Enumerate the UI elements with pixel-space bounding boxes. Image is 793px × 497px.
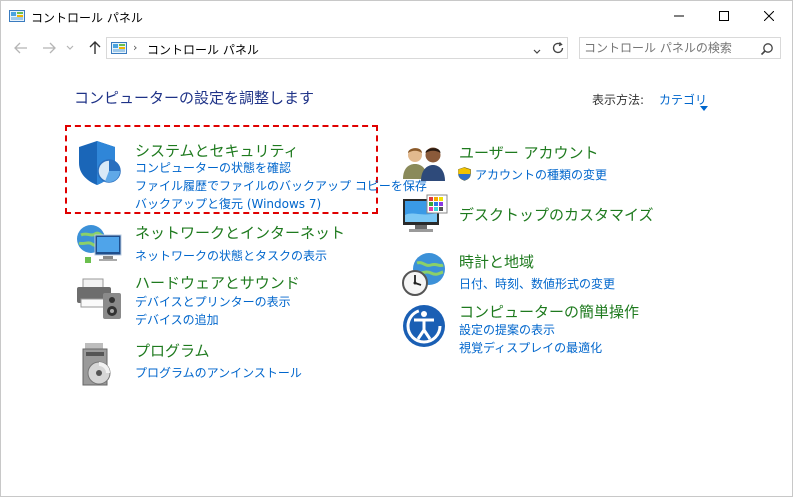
- link-network-status[interactable]: ネットワークの状態とタスクの表示: [135, 247, 327, 264]
- category-desktop-customize-title[interactable]: デスクトップのカスタマイズ: [459, 204, 654, 225]
- maximize-icon: [719, 11, 729, 21]
- link-optimize-visual-display[interactable]: 視覚ディスプレイの最適化: [459, 339, 602, 356]
- minimize-button[interactable]: [656, 1, 702, 31]
- link-change-account-type[interactable]: アカウントの種類の変更: [475, 166, 607, 183]
- close-button[interactable]: [746, 1, 792, 31]
- window-title: コントロール パネル: [31, 11, 143, 25]
- link-backup-restore[interactable]: バックアップと復元 (Windows 7): [135, 195, 321, 212]
- category-user-accounts-title[interactable]: ユーザー アカウント: [459, 142, 598, 163]
- network-globe-icon[interactable]: [75, 219, 123, 267]
- link-uninstall-program[interactable]: プログラムのアンインストール: [135, 364, 302, 381]
- back-button[interactable]: [13, 41, 29, 55]
- chevron-down-icon: [66, 45, 74, 50]
- control-panel-icon: [111, 41, 127, 55]
- category-ease-of-access-title[interactable]: コンピューターの簡単操作: [459, 301, 639, 322]
- programs-icon[interactable]: [75, 341, 123, 389]
- address-bar[interactable]: › コントロール パネル ›: [106, 37, 568, 59]
- link-change-date-time-format[interactable]: 日付、時刻、数値形式の変更: [459, 275, 615, 292]
- up-arrow-icon: [89, 41, 101, 54]
- forward-arrow-icon: [43, 42, 56, 54]
- control-panel-icon: [9, 9, 25, 23]
- user-accounts-icon[interactable]: [401, 141, 449, 189]
- category-clock-region-title[interactable]: 時計と地域: [459, 251, 534, 272]
- refresh-button[interactable]: [551, 40, 567, 56]
- category-programs-title[interactable]: プログラム: [135, 340, 210, 361]
- link-add-device[interactable]: デバイスの追加: [135, 311, 219, 328]
- forward-button[interactable]: [41, 41, 57, 55]
- view-by-label: 表示方法:: [592, 93, 645, 107]
- chevron-right-icon[interactable]: ›: [241, 41, 245, 54]
- chevron-down-icon: [533, 49, 541, 54]
- clock-globe-icon[interactable]: [401, 251, 449, 299]
- back-arrow-icon: [14, 42, 27, 54]
- search-input[interactable]: [584, 40, 754, 56]
- uac-shield-icon: [458, 166, 471, 185]
- ease-of-access-icon[interactable]: [401, 303, 449, 351]
- maximize-button[interactable]: [701, 1, 747, 31]
- link-settings-suggestions[interactable]: 設定の提案の表示: [459, 321, 555, 338]
- category-network-title[interactable]: ネットワークとインターネット: [135, 222, 345, 243]
- shield-icon[interactable]: [75, 139, 123, 187]
- search-icon[interactable]: [760, 41, 774, 56]
- desktop-monitor-icon[interactable]: [401, 193, 449, 241]
- link-devices-printers[interactable]: デバイスとプリンターの表示: [135, 293, 291, 310]
- category-hardware-sound-title[interactable]: ハードウェアとサウンド: [135, 272, 300, 293]
- control-panel-window: コントロール パネル › コントロール パネル › コントロール パネルの検索 …: [0, 0, 793, 497]
- search-box[interactable]: [579, 37, 781, 59]
- refresh-icon: [552, 42, 564, 54]
- link-check-computer-status[interactable]: コンピューターの状態を確認: [135, 159, 291, 176]
- recent-locations-button[interactable]: [65, 41, 75, 55]
- caret-down-icon[interactable]: [700, 96, 708, 115]
- chevron-right-icon[interactable]: ›: [133, 41, 137, 54]
- link-file-history-backup[interactable]: ファイル履歴でファイルのバックアップ コピーを保存: [135, 177, 427, 194]
- navigation-bar: › コントロール パネル ›: [1, 33, 792, 63]
- category-system-security-title[interactable]: システムとセキュリティ: [135, 140, 299, 161]
- minimize-icon: [674, 15, 684, 17]
- page-heading: コンピューターの設定を調整します: [74, 89, 315, 107]
- title-bar: コントロール パネル: [1, 1, 792, 32]
- printer-icon[interactable]: [75, 273, 123, 321]
- up-button[interactable]: [87, 41, 103, 55]
- address-dropdown-button[interactable]: [532, 42, 544, 54]
- close-icon: [764, 11, 774, 21]
